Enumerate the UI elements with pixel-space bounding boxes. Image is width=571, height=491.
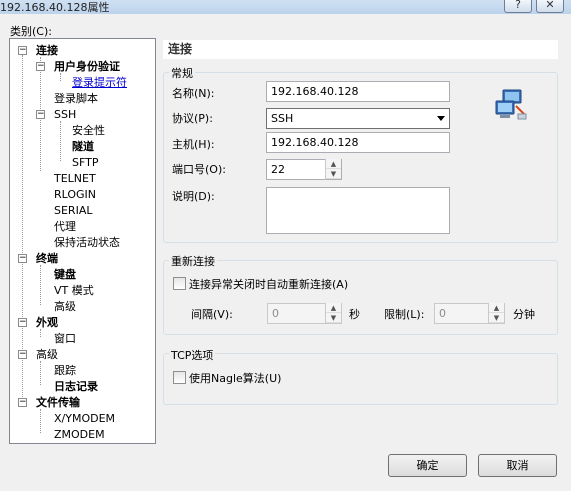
tree-item-logging[interactable]: 日志记录: [54, 379, 98, 394]
protocol-select[interactable]: SSH: [266, 108, 450, 129]
name-field[interactable]: 192.168.40.128: [266, 81, 450, 102]
interval-spinner[interactable]: ▲ ▼: [325, 303, 341, 324]
interval-unit: 秒: [349, 308, 360, 321]
tree-item-security[interactable]: 安全性: [72, 123, 105, 138]
spin-down-icon[interactable]: ▼: [326, 169, 341, 179]
collapse-auth-icon[interactable]: −: [36, 62, 45, 71]
ok-button[interactable]: 确定: [388, 454, 467, 477]
reconnect-group-title: 重新连接: [169, 253, 217, 269]
category-tree[interactable]: − 连接 − 用户身份验证 登录提示符 登录脚本 − SSH 安全性 隧道 SF…: [9, 38, 156, 444]
port-label: 端口号(O):: [172, 163, 226, 176]
title-bar: 192.168.40.128属性 ? ✕: [0, 0, 571, 14]
tree-item-tunnel[interactable]: 隧道: [72, 139, 94, 154]
collapse-connection-icon[interactable]: −: [18, 46, 27, 55]
host-label: 主机(H):: [172, 138, 215, 151]
close-button[interactable]: ✕: [536, 0, 564, 13]
tree-item-sftp[interactable]: SFTP: [72, 155, 98, 170]
network-computers-icon: [495, 89, 527, 120]
limit-unit: 分钟: [513, 308, 535, 321]
description-label: 说明(D):: [172, 190, 215, 203]
tree-item-xymodem[interactable]: X/YMODEM: [54, 411, 115, 426]
nagle-checkbox[interactable]: [173, 371, 186, 384]
panel-header: 连接: [163, 40, 558, 59]
tree-item-keepalive[interactable]: 保持活动状态: [54, 235, 120, 250]
collapse-file-transfer-icon[interactable]: −: [18, 398, 27, 407]
tree-item-ssh[interactable]: SSH: [54, 107, 76, 122]
tree-item-proxy[interactable]: 代理: [54, 219, 76, 234]
tree-item-user-auth[interactable]: 用户身份验证: [54, 59, 120, 74]
host-field[interactable]: 192.168.40.128: [266, 132, 450, 153]
spin-down-icon[interactable]: ▼: [489, 313, 504, 323]
category-label: 类别(C):: [10, 25, 52, 38]
auto-reconnect-label: 连接异常关闭时自动重新连接(A): [189, 278, 349, 291]
tree-item-keyboard[interactable]: 键盘: [54, 267, 76, 282]
tree-item-window[interactable]: 窗口: [54, 331, 76, 346]
window-title: 192.168.40.128属性: [0, 1, 110, 14]
tree-item-terminal-advanced[interactable]: 高级: [54, 299, 76, 314]
general-group-title: 常规: [169, 65, 195, 81]
tree-item-telnet[interactable]: TELNET: [54, 171, 96, 186]
spin-down-icon[interactable]: ▼: [326, 313, 341, 323]
limit-value: 0: [439, 307, 446, 320]
limit-spinner[interactable]: ▲ ▼: [488, 303, 504, 324]
collapse-terminal-icon[interactable]: −: [18, 254, 27, 263]
tree-item-appearance[interactable]: 外观: [36, 315, 58, 330]
tree-item-terminal[interactable]: 终端: [36, 251, 58, 266]
tree-item-advanced[interactable]: 高级: [36, 347, 58, 362]
tree-item-login-prompt[interactable]: 登录提示符: [72, 75, 127, 90]
interval-field[interactable]: 0 ▲ ▼: [267, 303, 342, 324]
tree-item-file-transfer[interactable]: 文件传输: [36, 395, 80, 410]
auto-reconnect-checkbox[interactable]: [173, 277, 186, 290]
interval-value: 0: [272, 307, 279, 320]
description-field[interactable]: [266, 187, 450, 234]
tree-item-login-script[interactable]: 登录脚本: [54, 91, 98, 106]
protocol-label: 协议(P):: [172, 112, 213, 125]
tree-item-serial[interactable]: SERIAL: [54, 203, 92, 218]
tree-item-vt-mode[interactable]: VT 模式: [54, 283, 94, 298]
collapse-appearance-icon[interactable]: −: [18, 318, 27, 327]
port-value: 22: [271, 163, 285, 176]
collapse-advanced-icon[interactable]: −: [18, 350, 27, 359]
interval-label: 间隔(V):: [191, 308, 233, 321]
spin-up-icon[interactable]: ▲: [489, 303, 504, 313]
tree-item-zmodem[interactable]: ZMODEM: [54, 427, 105, 442]
spin-up-icon[interactable]: ▲: [326, 303, 341, 313]
tree-item-connection[interactable]: 连接: [36, 43, 58, 58]
spin-up-icon[interactable]: ▲: [326, 159, 341, 169]
cancel-button[interactable]: 取消: [478, 454, 557, 477]
protocol-select-value: SSH: [271, 112, 294, 125]
limit-field[interactable]: 0 ▲ ▼: [434, 303, 505, 324]
tcp-group-title: TCP选项: [169, 347, 216, 363]
limit-label: 限制(L):: [384, 308, 425, 321]
help-button[interactable]: ?: [504, 0, 532, 13]
dropdown-arrow-icon: [437, 116, 445, 121]
tree-item-rlogin[interactable]: RLOGIN: [54, 187, 96, 202]
nagle-label: 使用Nagle算法(U): [189, 372, 282, 385]
collapse-ssh-icon[interactable]: −: [36, 110, 45, 119]
name-label: 名称(N):: [172, 87, 215, 100]
tree-item-trace[interactable]: 跟踪: [54, 363, 76, 378]
port-field[interactable]: 22 ▲ ▼: [266, 159, 342, 180]
port-spinner[interactable]: ▲ ▼: [325, 159, 341, 180]
